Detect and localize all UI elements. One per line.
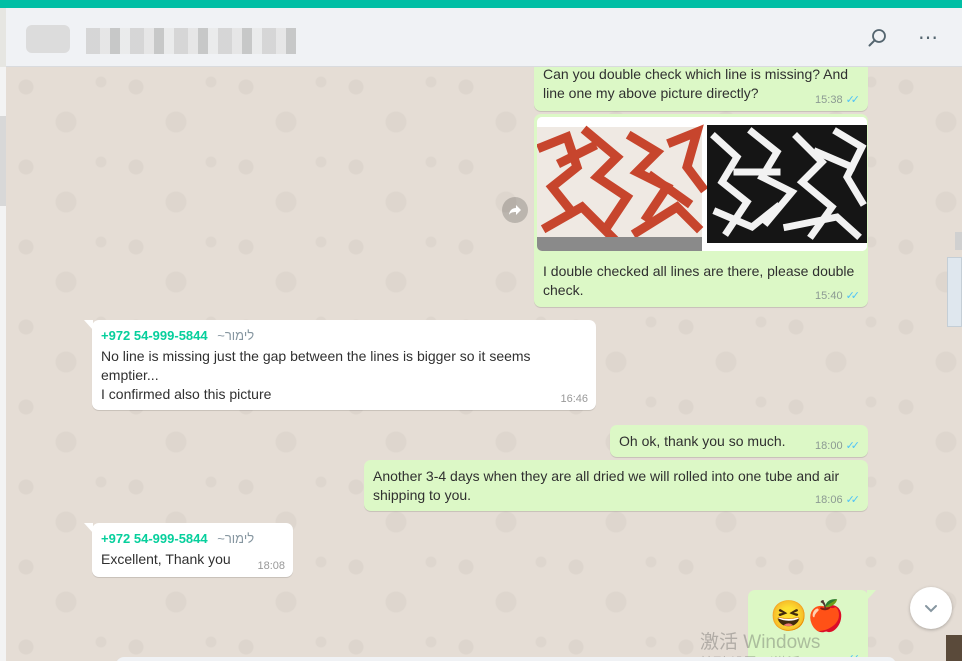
read-receipt-icon: ✓✓ bbox=[845, 440, 861, 452]
read-receipt-icon: ✓✓ bbox=[845, 94, 861, 106]
search-icon[interactable] bbox=[866, 26, 890, 50]
message-meta: 16:46 bbox=[560, 393, 588, 405]
incoming-message[interactable]: +972 54-999-5844 ~לימור Excellent, Thank… bbox=[84, 523, 293, 577]
contact-avatar[interactable] bbox=[26, 25, 70, 53]
outgoing-image-message[interactable]: I double checked all lines are there, pl… bbox=[534, 114, 868, 307]
sender-line: +972 54-999-5844 ~לימור bbox=[101, 530, 284, 548]
chat-header: ⋯ bbox=[6, 8, 962, 67]
message-time: 15:38 bbox=[815, 93, 843, 106]
outgoing-message[interactable]: Can you double check which line is missi… bbox=[534, 67, 868, 111]
sender-alias: ~לימור bbox=[217, 531, 255, 546]
outgoing-message[interactable]: Oh ok, thank you so much. 18:00 ✓✓ bbox=[610, 425, 868, 457]
shared-photo[interactable] bbox=[537, 117, 867, 251]
chevron-down-icon bbox=[925, 605, 937, 613]
read-receipt-icon: ✓✓ bbox=[845, 290, 861, 302]
corner-thumbnail bbox=[946, 635, 962, 661]
windows-activation-watermark: 激活 Windows bbox=[700, 632, 821, 653]
outgoing-message[interactable]: Another 3-4 days when they are all dried… bbox=[364, 460, 868, 511]
message-time: 15:40 bbox=[815, 289, 843, 302]
message-text: Can you double check which line is missi… bbox=[543, 67, 852, 101]
scroll-to-bottom-button[interactable] bbox=[910, 587, 952, 629]
forward-icon[interactable] bbox=[502, 197, 528, 223]
chat-messages-pane[interactable]: Can you double check which line is missi… bbox=[6, 67, 962, 661]
message-meta: 18:06 ✓✓ bbox=[815, 493, 861, 507]
message-meta: 15:40 ✓✓ bbox=[815, 289, 861, 303]
bubble-tail bbox=[84, 320, 93, 330]
bubble-tail bbox=[867, 590, 876, 600]
compose-bar-edge[interactable] bbox=[116, 657, 896, 661]
sender-phone[interactable]: +972 54-999-5844 bbox=[101, 531, 208, 546]
bubble-tail bbox=[84, 523, 93, 533]
side-thumbnail-edge bbox=[955, 232, 962, 250]
message-text: No line is missing just the gap between … bbox=[101, 348, 531, 402]
sender-phone[interactable]: +972 54-999-5844 bbox=[101, 328, 208, 343]
message-meta: 18:08 bbox=[257, 560, 285, 572]
incoming-message[interactable]: +972 54-999-5844 ~לימור No line is missi… bbox=[84, 320, 596, 410]
message-time: 18:06 bbox=[815, 493, 843, 506]
image-caption: I double checked all lines are there, pl… bbox=[543, 263, 859, 298]
message-time: 16:46 bbox=[560, 393, 588, 405]
message-text: Another 3-4 days when they are all dried… bbox=[373, 468, 844, 503]
window-top-accent-bar bbox=[0, 0, 962, 8]
more-options-icon[interactable]: ⋯ bbox=[916, 26, 940, 50]
read-receipt-icon: ✓✓ bbox=[845, 494, 861, 506]
sender-line: +972 54-999-5844 ~לימור bbox=[101, 327, 587, 345]
side-thumbnail bbox=[947, 257, 962, 327]
message-time: 18:08 bbox=[257, 560, 285, 572]
message-meta: 18:00 ✓✓ bbox=[815, 439, 861, 453]
message-meta: 15:38 ✓✓ bbox=[815, 93, 861, 107]
contact-name-redacted[interactable] bbox=[86, 28, 296, 54]
photo-artwork bbox=[537, 117, 867, 251]
sender-alias: ~לימור bbox=[217, 328, 255, 343]
message-time: 18:00 bbox=[815, 439, 843, 452]
